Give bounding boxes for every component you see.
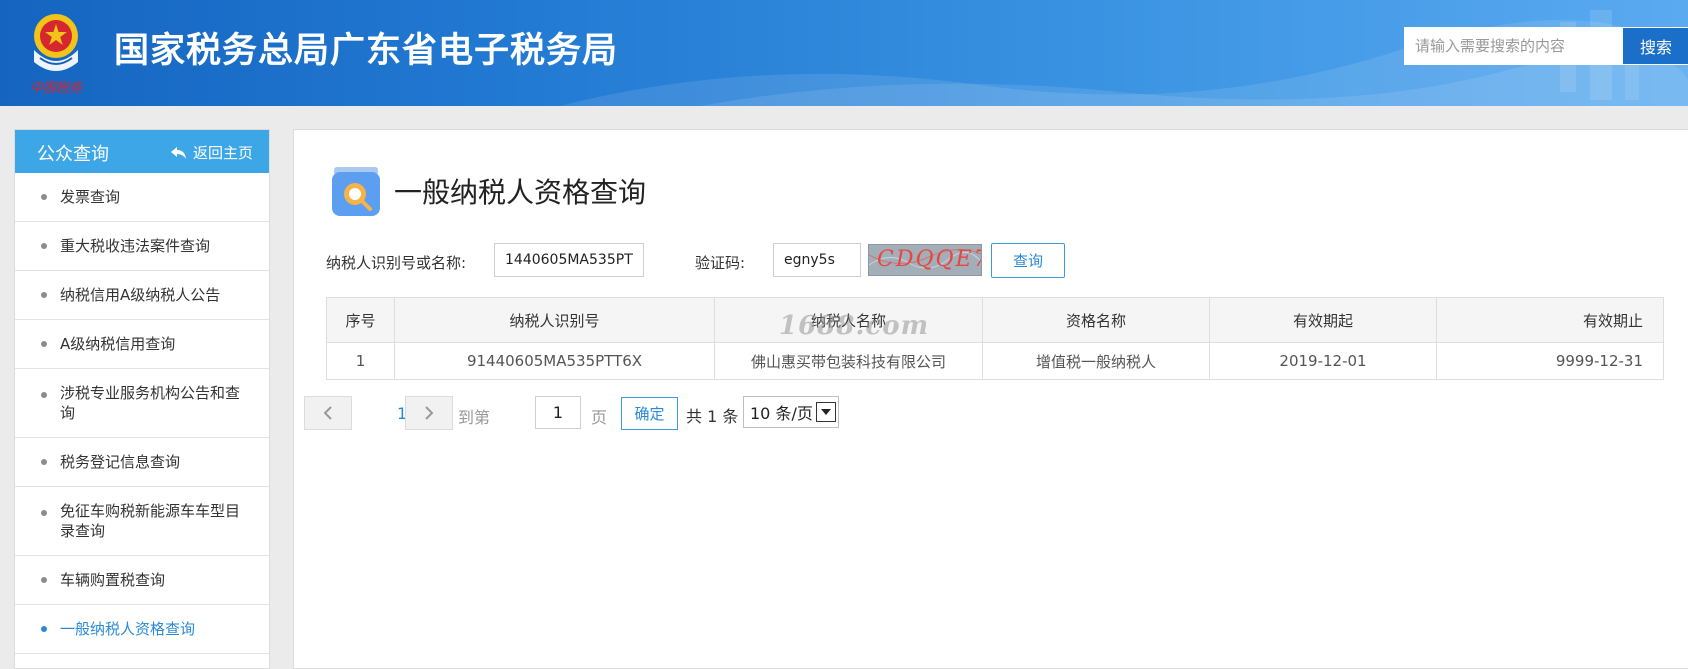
cell-valid-to: 9999-12-31 [1436,342,1664,380]
emblem-caption: 中国税务 [30,81,83,96]
bullet-icon [41,243,47,249]
column-header-valid-from: 有效期起 [1209,297,1437,343]
column-header-index: 序号 [326,297,395,343]
chevron-right-icon [425,406,434,420]
search-document-icon [332,167,380,216]
page-title: 一般纳税人资格查询 [394,176,647,209]
sidebar-item-label: 税务登记信息查询 [60,453,181,471]
bullet-icon [41,577,47,583]
sidebar-item-label: 一般纳税人资格查询 [60,620,196,638]
cell-taxpayer-name: 佛山惠买带包装科技有限公司 [714,342,983,380]
sidebar-item-label: 重大税收违法案件查询 [60,237,211,255]
captcha-label: 验证码: [695,254,746,272]
cell-valid-from: 2019-12-01 [1209,342,1437,380]
sidebar-item-label: 涉税专业服务机构公告和查询 [60,384,241,422]
page-size-select[interactable]: 10 条/页 [743,396,839,428]
sidebar-item-label: 免征车购税新能源车车型目录查询 [60,502,241,540]
prev-page-button[interactable] [304,396,352,430]
sidebar-header: 公众查询 返回主页 [15,130,269,173]
captcha-input[interactable] [773,243,861,277]
sidebar-item-label: 发票查询 [60,188,121,206]
goto-label: 到第 [458,408,491,427]
site-title: 国家税务总局广东省电子税务局 [114,31,619,71]
captcha-text: CDQQE7 [877,247,982,272]
sidebar-item-a-level-announcement[interactable]: 纳税信用A级纳税人公告 [15,271,269,320]
column-header-valid-to: 有效期止 [1436,297,1664,343]
table-row: 1 91440605MA535PTT6X 佛山惠买带包装科技有限公司 增值税一般… [326,342,1664,380]
cell-index: 1 [326,342,395,380]
bullet-icon [41,510,47,516]
column-header-taxpayer-id: 纳税人识别号 [394,297,715,343]
watermark-text: 1688.com [779,311,930,341]
taxpayer-id-label: 纳税人识别号或名称: [326,254,467,272]
search-input[interactable] [1405,28,1622,64]
total-count: 共 1 条 [686,407,739,426]
sidebar-item-tax-registration-query[interactable]: 税务登记信息查询 [15,438,269,487]
search-box: 搜索 [1404,27,1688,65]
bullet-icon [41,194,47,200]
main-panel: 一般纳税人资格查询 纳税人识别号或名称: 验证码: CDQQE7 查询 序号 纳… [293,129,1688,669]
sidebar-item-a-level-credit-query[interactable]: A级纳税信用查询 [15,320,269,369]
page-size-value: 10 条/页 [750,404,813,423]
page-unit-label: 页 [591,408,608,427]
bullet-icon [41,341,47,347]
bullet-icon [41,292,47,298]
sidebar-item-major-violation-query[interactable]: 重大税收违法案件查询 [15,222,269,271]
sidebar-item-vehicle-purchase-tax[interactable]: 车辆购置税查询 [15,556,269,605]
sidebar: 公众查询 返回主页 发票查询 重大税收违法案件查询 纳税信用A级纳税人公告 A级… [14,129,270,669]
search-button[interactable]: 搜索 [1623,28,1688,64]
next-page-button[interactable] [405,396,453,430]
bullet-icon [41,626,47,632]
site-header: 中国税务 国家税务总局广东省电子税务局 搜索 [0,0,1688,106]
national-emblem-logo: 中国税务 [30,14,83,96]
table-header-row: 序号 纳税人识别号 纳税人名称 资格名称 有效期起 有效期止 [326,297,1664,343]
query-button[interactable]: 查询 [991,243,1065,278]
reply-arrow-icon [170,146,186,159]
sidebar-item-label: 纳税信用A级纳税人公告 [60,286,221,304]
sidebar-title: 公众查询 [37,144,109,165]
bullet-icon [41,459,47,465]
results-table: 序号 纳税人识别号 纳税人名称 资格名称 有效期起 有效期止 1 9144060… [326,297,1664,380]
column-header-qualification: 资格名称 [982,297,1210,343]
bullet-icon [41,392,47,398]
cell-taxpayer-id: 91440605MA535PTT6X [394,342,715,380]
taxpayer-id-input[interactable] [494,243,644,277]
goto-confirm-button[interactable]: 确定 [621,397,678,430]
sidebar-item-label: 车辆购置税查询 [60,571,166,589]
back-home-link[interactable]: 返回主页 [170,142,253,163]
chevron-down-icon [816,402,836,422]
sidebar-item-new-energy-vehicle-catalog[interactable]: 免征车购税新能源车车型目录查询 [15,487,269,556]
sidebar-item-tax-service-agencies[interactable]: 涉税专业服务机构公告和查询 [15,369,269,438]
captcha-image[interactable]: CDQQE7 [868,244,982,276]
sidebar-item-general-taxpayer-query[interactable]: 一般纳税人资格查询 [15,605,269,654]
cell-qualification: 增值税一般纳税人 [982,342,1210,380]
sidebar-item-label: A级纳税信用查询 [60,335,176,353]
goto-page-input[interactable] [535,396,581,429]
chevron-left-icon [323,406,332,420]
sidebar-item-invoice-query[interactable]: 发票查询 [15,173,269,222]
back-home-label: 返回主页 [192,144,253,162]
